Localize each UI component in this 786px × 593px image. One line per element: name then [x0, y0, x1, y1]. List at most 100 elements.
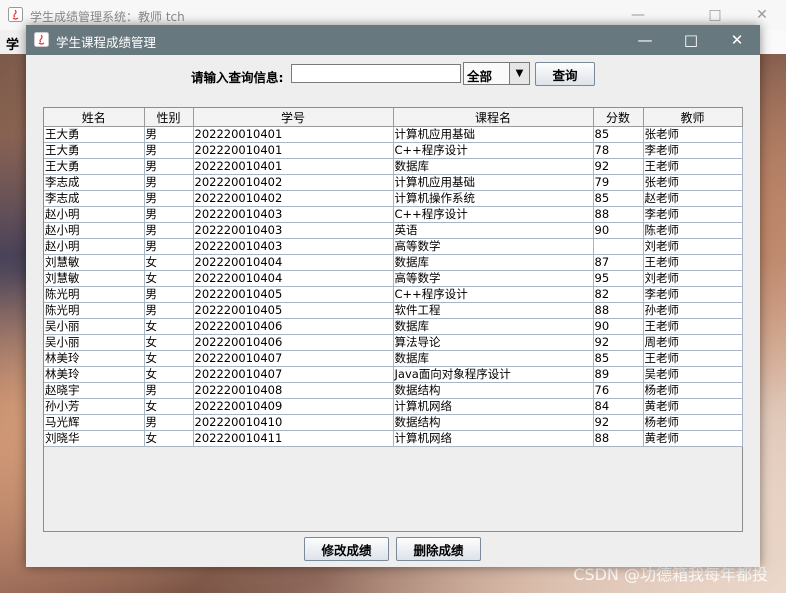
table-cell[interactable]: 女 — [143, 318, 194, 335]
table-cell[interactable]: 林美玲 — [44, 350, 145, 367]
table-cell[interactable]: 赵小明 — [44, 222, 145, 239]
table-cell[interactable]: 英语 — [392, 222, 594, 239]
table-cell[interactable]: 王大勇 — [44, 142, 145, 159]
table-cell[interactable]: 78 — [592, 142, 644, 159]
table-row[interactable]: 赵小明男 202220010403 高等数学 刘老师 — [44, 238, 743, 255]
table-cell[interactable]: 陈光明 — [44, 302, 145, 319]
table-row[interactable]: 王大勇男 202220010401 数据库 92 王老师 — [44, 158, 743, 175]
table-cell[interactable]: 男 — [143, 190, 194, 207]
table-cell[interactable]: 李老师 — [642, 286, 743, 303]
column-header[interactable]: 课程名 — [392, 108, 594, 127]
table-cell[interactable]: 赵晓宇 — [44, 382, 145, 399]
table-cell[interactable]: 马光辉 — [44, 414, 145, 431]
table-row[interactable]: 王大勇男 202220010401 计算机应用基础 85 张老师 — [44, 126, 743, 143]
table-row[interactable]: 吴小丽女 202220010406 算法导论 92 周老师 — [44, 334, 743, 351]
table-cell[interactable]: 202220010401 — [192, 158, 394, 175]
table-cell[interactable]: 202220010404 — [192, 254, 394, 271]
table-cell[interactable]: 王老师 — [642, 254, 743, 271]
table-cell[interactable]: 90 — [592, 318, 644, 335]
table-cell[interactable]: 85 — [592, 190, 644, 207]
table-cell[interactable]: 男 — [143, 142, 194, 159]
table-cell[interactable]: 202220010407 — [192, 366, 394, 383]
maximize-icon[interactable]: □ — [668, 25, 714, 55]
table-cell[interactable]: 刘老师 — [642, 270, 743, 287]
table-cell[interactable]: 黄老师 — [642, 430, 743, 447]
table-row[interactable]: 李志成男 202220010402 计算机应用基础 79 张老师 — [44, 174, 743, 191]
table-cell[interactable]: 202220010401 — [192, 142, 394, 159]
table-cell[interactable]: 79 — [592, 174, 644, 191]
table-cell[interactable]: 计算机操作系统 — [392, 190, 594, 207]
table-row[interactable]: 刘慧敏女 202220010404 数据库 87 王老师 — [44, 254, 743, 271]
table-cell[interactable]: 杨老师 — [642, 382, 743, 399]
chevron-down-icon[interactable]: ▼ — [509, 63, 529, 84]
table-row[interactable]: 林美玲女 202220010407 Java面向对象程序设计 89 吴老师 — [44, 366, 743, 383]
table-cell[interactable]: 孙小芳 — [44, 398, 145, 415]
table-cell[interactable]: 赵老师 — [642, 190, 743, 207]
table-cell[interactable]: 92 — [592, 158, 644, 175]
edit-grade-button[interactable]: 修改成绩 — [304, 537, 389, 561]
table-cell[interactable]: 202220010405 — [192, 302, 394, 319]
column-header[interactable]: 学号 — [192, 108, 394, 127]
table-cell[interactable]: 王老师 — [642, 158, 743, 175]
table-row[interactable]: 李志成男 202220010402 计算机操作系统 85 赵老师 — [44, 190, 743, 207]
table-cell[interactable]: 男 — [143, 222, 194, 239]
table-cell[interactable]: 84 — [592, 398, 644, 415]
table-cell[interactable]: C++程序设计 — [392, 286, 594, 303]
background-menu[interactable]: 学生 — [0, 30, 26, 72]
table-cell[interactable]: 李老师 — [642, 142, 743, 159]
table-cell[interactable]: 202220010406 — [192, 318, 394, 335]
table-cell[interactable]: 数据库 — [392, 158, 594, 175]
table-cell[interactable]: 高等数学 — [392, 270, 594, 287]
table-cell[interactable]: 计算机应用基础 — [392, 126, 594, 143]
table-cell[interactable]: 高等数学 — [392, 238, 594, 255]
table-cell[interactable]: 男 — [143, 238, 194, 255]
table-row[interactable]: 林美玲女 202220010407 数据库 85 王老师 — [44, 350, 743, 367]
table-cell[interactable]: 刘老师 — [642, 238, 743, 255]
table-cell[interactable]: 202220010406 — [192, 334, 394, 351]
table-cell[interactable]: 吴老师 — [642, 366, 743, 383]
table-cell[interactable]: 76 — [592, 382, 644, 399]
search-input[interactable] — [291, 64, 461, 83]
table-row[interactable]: 刘晓华女 202220010411 计算机网络 88 黄老师 — [44, 430, 743, 447]
table-cell[interactable]: 202220010410 — [192, 414, 394, 431]
table-cell[interactable]: 男 — [143, 302, 194, 319]
table-cell[interactable]: 女 — [143, 350, 194, 367]
minimize-icon[interactable]: — — [622, 25, 668, 55]
table-row[interactable]: 陈光明男 202220010405 C++程序设计 82 李老师 — [44, 286, 743, 303]
table-cell[interactable]: 李老师 — [642, 206, 743, 223]
table-cell[interactable]: 陈光明 — [44, 286, 145, 303]
table-cell[interactable]: 孙老师 — [642, 302, 743, 319]
column-header[interactable]: 教师 — [642, 108, 743, 127]
table-cell[interactable]: 李志成 — [44, 174, 145, 191]
column-header[interactable]: 姓名 — [44, 108, 145, 127]
table-cell[interactable]: 男 — [143, 158, 194, 175]
table-cell[interactable]: 刘慧敏 — [44, 270, 145, 287]
table-cell[interactable]: 男 — [143, 286, 194, 303]
table-cell[interactable]: 202220010403 — [192, 238, 394, 255]
table-cell[interactable]: 杨老师 — [642, 414, 743, 431]
table-cell[interactable]: 87 — [592, 254, 644, 271]
column-header[interactable]: 性别 — [143, 108, 194, 127]
table-cell[interactable]: C++程序设计 — [392, 206, 594, 223]
table-cell[interactable]: C++程序设计 — [392, 142, 594, 159]
table-cell[interactable]: 数据库 — [392, 318, 594, 335]
table-cell[interactable]: 202220010411 — [192, 430, 394, 447]
table-cell[interactable]: 周老师 — [642, 334, 743, 351]
table-cell[interactable]: 女 — [143, 254, 194, 271]
table-cell[interactable]: 计算机应用基础 — [392, 174, 594, 191]
table-row[interactable]: 赵小明男 202220010403 英语 90 陈老师 — [44, 222, 743, 239]
table-cell[interactable]: 王老师 — [642, 350, 743, 367]
query-button[interactable]: 查询 — [535, 62, 595, 86]
table-cell[interactable]: 202220010401 — [192, 126, 394, 143]
table-cell[interactable]: 202220010409 — [192, 398, 394, 415]
table-cell[interactable]: 软件工程 — [392, 302, 594, 319]
table-cell[interactable]: 陈老师 — [642, 222, 743, 239]
table-cell[interactable]: 女 — [143, 430, 194, 447]
table-row[interactable]: 赵晓宇男 202220010408 数据结构 76 杨老师 — [44, 382, 743, 399]
column-header[interactable]: 分数 — [592, 108, 644, 127]
table-cell[interactable]: 李志成 — [44, 190, 145, 207]
table-cell[interactable]: 89 — [592, 366, 644, 383]
table-cell[interactable]: 数据库 — [392, 254, 594, 271]
table-cell[interactable]: 张老师 — [642, 126, 743, 143]
table-row[interactable]: 马光辉男 202220010410 数据结构 92 杨老师 — [44, 414, 743, 431]
